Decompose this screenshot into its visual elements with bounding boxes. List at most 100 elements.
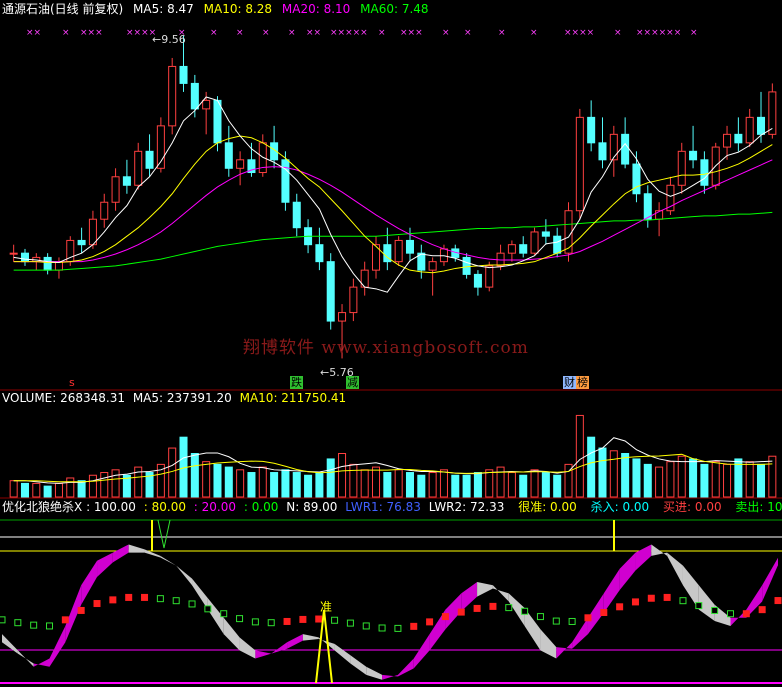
volume-bar-up [439, 469, 448, 498]
indicator-header: 优化北狼绝杀X : 100.00 : 80.00 : 20.00 : 0.00 … [2, 500, 782, 514]
indicator-step-down [204, 605, 212, 613]
volume-bar-up [530, 469, 539, 498]
indicator-step-up [663, 593, 671, 601]
ma10-readout: MA10: 8.28 [203, 2, 273, 16]
ma5-readout: MA5: 8.47 [133, 2, 194, 16]
indicator-v80: : 80.00 [143, 500, 186, 514]
event-tag-cai[interactable]: 财 [563, 376, 576, 389]
indicator-band-rising [382, 674, 398, 680]
volume-bar-up [507, 472, 516, 498]
candle-down [122, 176, 131, 186]
candle-down [326, 261, 335, 322]
indicator-step-up [426, 618, 434, 626]
volume-bar-down [643, 463, 652, 498]
candle-down [700, 159, 709, 186]
indicator-step-up [283, 617, 291, 625]
volume-bar-down [541, 472, 550, 498]
candle-down [621, 133, 630, 165]
volume-bar-down [304, 474, 313, 498]
volume-bar-up [202, 461, 211, 498]
volume-bar-down [224, 466, 233, 498]
svg-text:×××××: ××××× [330, 28, 368, 38]
candle-up [564, 210, 573, 254]
indicator-step-down [156, 595, 164, 603]
candle-up [723, 133, 732, 148]
candle-down [315, 244, 324, 263]
candle-up [677, 150, 686, 186]
svg-text:×: × [262, 28, 270, 38]
indicator-mai-chu: 卖出: 100.00 [735, 500, 782, 514]
indicator-step-down [362, 622, 370, 630]
indicator-step-down [0, 616, 6, 624]
indicator-mai-jin: 买进: 0.00 [663, 500, 722, 514]
ma20-readout: MA20: 8.10 [281, 2, 351, 16]
volume-bar-down [757, 463, 766, 498]
candle-down [145, 150, 154, 169]
candle-down [757, 116, 766, 135]
svg-text:×××: ××× [80, 28, 103, 38]
candle-down [292, 201, 301, 229]
indicator-step-down [394, 624, 402, 632]
candle-up [88, 218, 97, 246]
volume-bar-up [32, 482, 41, 498]
volume-bar-up [666, 461, 675, 498]
svg-text:×: × [62, 28, 70, 38]
indicator-step-up [315, 615, 323, 623]
indicator-band-falling [540, 629, 557, 659]
svg-text:×: × [378, 28, 386, 38]
indicator-band-falling [302, 634, 319, 641]
candle-up [338, 312, 347, 322]
candle-up [168, 65, 177, 127]
indicator-band-rising [81, 560, 98, 605]
indicator-band-rising [97, 552, 113, 578]
indicator-step-down [695, 602, 703, 610]
indicator-step-up [631, 598, 639, 606]
svg-text:××: ×× [306, 28, 321, 38]
volume-bar-up [428, 472, 437, 498]
volume-bar-down [383, 472, 392, 498]
indicator-band-falling [651, 544, 668, 556]
candle-up [428, 261, 437, 271]
indicator-v100: : 100.00 [86, 500, 136, 514]
top-signal-markers: ×× × ××× ×××× × × × × × ×× ××××× × ××× × × × × ×××× … [26, 28, 698, 38]
candle-down [190, 82, 199, 110]
indicator-band-rising [33, 658, 50, 667]
candle-up [134, 150, 143, 186]
indicator-band-falling [128, 544, 145, 553]
volume-bar-down [700, 463, 709, 498]
event-tag-bang[interactable]: 榜 [576, 376, 589, 389]
stock-title: 通源石油(日线 前复权) [2, 2, 124, 16]
indicator-step-up [109, 596, 117, 604]
indicator-step-down [331, 616, 339, 624]
volume-readout: VOLUME: 268348.31 [2, 391, 125, 405]
candle-down [213, 99, 222, 144]
candle-down [405, 239, 414, 254]
volume-bar-down [519, 474, 528, 498]
candle-down [643, 193, 652, 220]
candle-down [43, 256, 52, 271]
indicator-step-down [30, 621, 38, 629]
signal-zhun-label: 准 [320, 600, 333, 614]
volume-bar-up [394, 469, 403, 498]
indicator-step-down [552, 617, 560, 625]
volume-bar-up [100, 472, 109, 498]
indicator-band-rising [287, 634, 303, 649]
volume-bar-up [66, 477, 75, 498]
event-tag-die[interactable]: 跌 [290, 376, 303, 389]
svg-text:×: × [442, 28, 450, 38]
volume-bar-up [372, 466, 381, 498]
volume-bar-up [54, 482, 63, 498]
indicator-step-up [600, 609, 608, 617]
volume-bar-down [417, 474, 426, 498]
indicator-step-down [220, 610, 228, 618]
indicator-step-down [236, 615, 244, 623]
indicator-n: N: 89.00 [286, 500, 338, 514]
indicator-step-up [584, 614, 592, 622]
event-tag-s[interactable]: s [68, 376, 76, 389]
svg-text:×××: ××× [400, 28, 423, 38]
volume-bar-down [20, 482, 29, 498]
volume-bar-down [587, 436, 596, 498]
indicator-band-falling [17, 650, 34, 667]
event-tag-jian[interactable]: 减 [346, 376, 359, 389]
volume-bar-down [77, 480, 86, 498]
